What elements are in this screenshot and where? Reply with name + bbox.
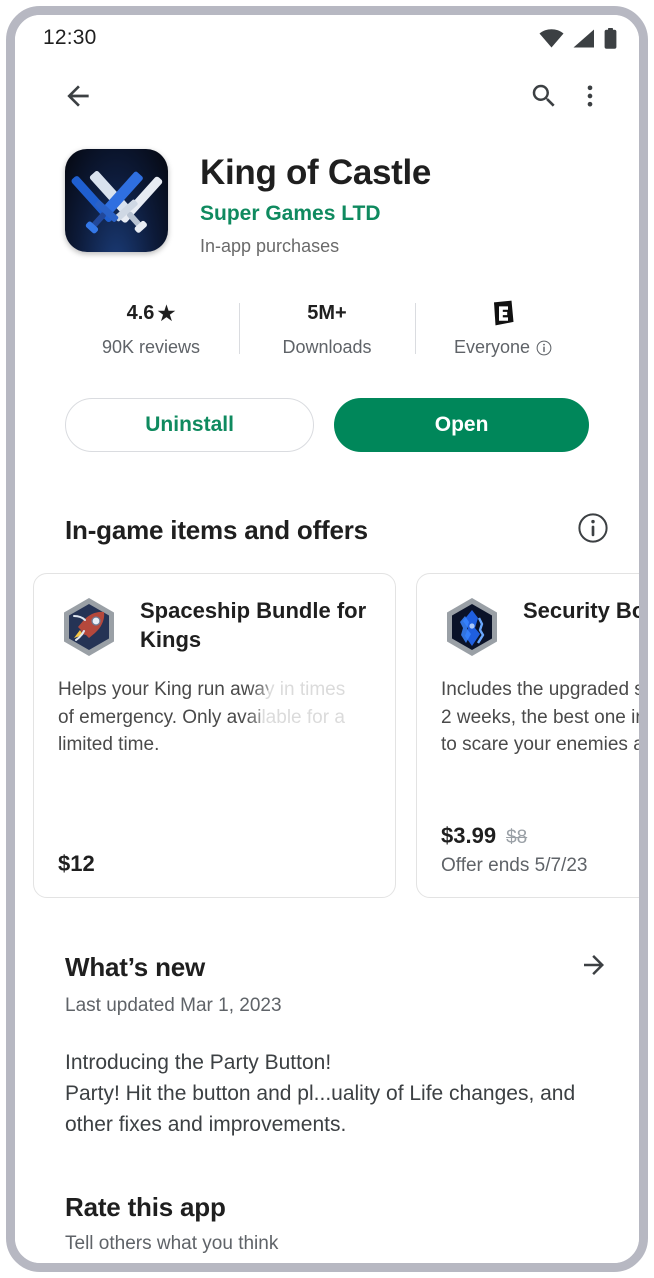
in-app-purchases-label: In-app purchases xyxy=(200,236,340,257)
crossed-swords-app-icon xyxy=(65,149,168,252)
offer-card-header: Security Boost xyxy=(441,596,639,658)
offer-price: $12 xyxy=(58,851,95,877)
search-button[interactable] xyxy=(521,73,567,119)
stat-content-rating-badge xyxy=(491,299,516,327)
app-action-buttons: Uninstall Open xyxy=(15,398,639,453)
offer-footer: $3.99 $8 Offer ends 5/7/23 xyxy=(441,823,639,877)
wifi-icon xyxy=(539,28,564,48)
whats-new-title: What’s new xyxy=(65,952,206,983)
more-vert-icon xyxy=(576,82,604,110)
esrb-everyone-icon xyxy=(491,300,516,326)
content-rating-info-icon[interactable] xyxy=(536,340,552,356)
offer-title: Security Boost xyxy=(523,598,639,624)
stat-rating-value: 4.6 ★ xyxy=(127,299,176,327)
status-bar-icons xyxy=(539,27,617,49)
app-name: King of Castle xyxy=(200,153,432,192)
offer-title: Spaceship Bundle for Kings xyxy=(140,598,367,653)
whats-new-header[interactable]: What’s new xyxy=(65,950,609,985)
offer-card-header: Spaceship Bundle for Kings xyxy=(58,596,371,658)
in-game-items-info-icon[interactable] xyxy=(577,512,609,549)
stat-downloads-label: Downloads xyxy=(282,337,372,358)
overflow-menu-button[interactable] xyxy=(567,73,613,119)
app-stats-row: 4.6 ★ 90K reviews 5M+ Downloads Everyone xyxy=(15,299,639,358)
back-button[interactable] xyxy=(55,73,101,119)
offer-end-date: Offer ends 5/7/23 xyxy=(441,855,588,877)
phone-device-frame: 12:30 King of Castle Super Games LTD In-… xyxy=(6,6,648,1272)
uninstall-button[interactable]: Uninstall xyxy=(65,398,315,453)
offer-description: Helps your King run away in times of eme… xyxy=(58,679,346,755)
app-header: King of Castle Super Games LTD In-app pu… xyxy=(15,131,639,257)
cellular-signal-icon xyxy=(573,29,595,48)
arrow-right-icon[interactable] xyxy=(579,950,609,985)
open-button[interactable]: Open xyxy=(334,398,589,453)
in-game-items-header: In-game items and offers xyxy=(15,512,639,549)
shield-crystal-hex-icon xyxy=(441,596,503,658)
stat-content-rating: Everyone xyxy=(415,299,591,358)
stat-content-rating-label: Everyone xyxy=(454,337,552,358)
offer-price-line: $3.99 $8 xyxy=(441,823,639,849)
stat-downloads: 5M+ Downloads xyxy=(239,299,415,358)
app-action-bar xyxy=(15,61,639,131)
stat-rating-label: 90K reviews xyxy=(101,337,201,358)
battery-icon xyxy=(604,27,617,49)
app-title-block: King of Castle Super Games LTD In-app pu… xyxy=(200,149,431,257)
whats-new-last-updated: Last updated Mar 1, 2023 xyxy=(65,995,282,1017)
offer-footer: $12 xyxy=(58,851,371,877)
star-icon: ★ xyxy=(157,302,176,325)
search-icon xyxy=(529,81,559,111)
offer-card[interactable]: Security Boost Includes the upgraded sec… xyxy=(416,573,639,899)
back-arrow-icon xyxy=(62,80,94,112)
offer-original-price: $8 xyxy=(506,827,528,849)
status-bar-clock: 12:30 xyxy=(43,26,97,49)
whats-new-body: Introducing the Party Button! Party! Hit… xyxy=(65,1051,576,1137)
whats-new-section: What’s new Last updated Mar 1, 2023 Intr… xyxy=(15,950,639,1140)
rate-this-app-subtitle: Tell others what you think xyxy=(65,1233,279,1255)
stat-rating: 4.6 ★ 90K reviews xyxy=(63,299,239,358)
offer-description: Includes the upgraded security for 2 wee… xyxy=(441,679,639,755)
status-bar: 12:30 xyxy=(15,15,639,61)
phone-screen: 12:30 King of Castle Super Games LTD In-… xyxy=(15,15,639,1263)
rocket-hex-icon xyxy=(58,596,120,658)
offer-price: $3.99 xyxy=(441,823,497,849)
offer-price-line: $12 xyxy=(58,851,371,877)
rate-this-app-title: Rate this app xyxy=(65,1192,226,1223)
in-game-offers-carousel[interactable]: Spaceship Bundle for Kings Helps your Ki… xyxy=(15,573,639,899)
app-developer-link[interactable]: Super Games LTD xyxy=(200,202,431,226)
offer-card[interactable]: Spaceship Bundle for Kings Helps your Ki… xyxy=(33,573,396,899)
rating-number: 4.6 xyxy=(126,301,155,324)
rate-this-app-section: Rate this app Tell others what you think xyxy=(15,1192,639,1255)
in-game-items-title: In-game items and offers xyxy=(65,515,368,546)
stat-downloads-value: 5M+ xyxy=(307,301,347,324)
content-rating-text: Everyone xyxy=(453,337,531,358)
